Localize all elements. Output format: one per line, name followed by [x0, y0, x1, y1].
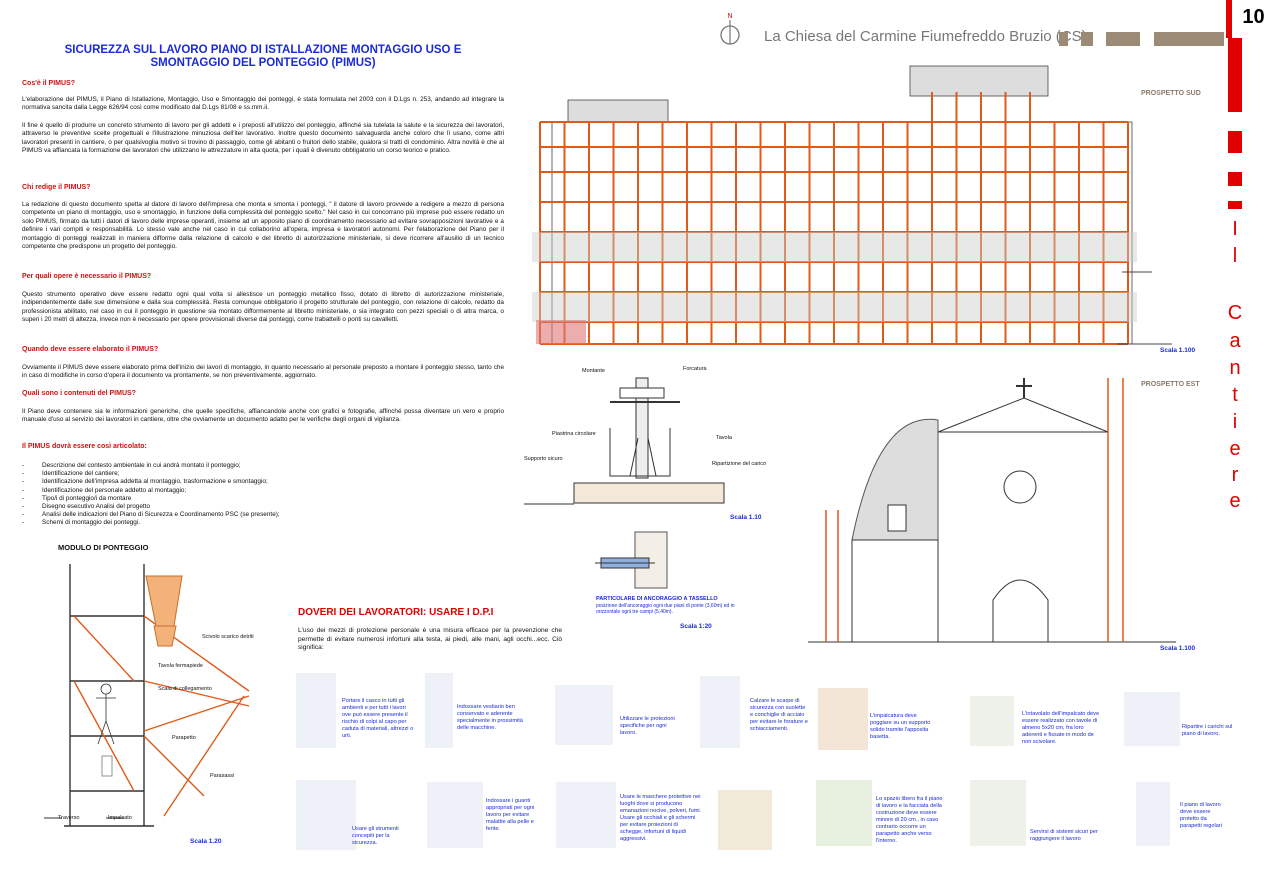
red-square [1228, 131, 1242, 153]
list-item: - Identificazione del cantiere; [22, 470, 120, 478]
anchor-note: posizione dell'ancoraggio ogni due piani… [596, 603, 735, 615]
dpi-title: DOVERI DEI LAVORATORI: USARE I D.P.I [298, 607, 494, 618]
dpi-item: Indossare vestiario ben conservato e ade… [457, 704, 523, 731]
list-item: - Disegno esecutivo Analisi del progetto [22, 503, 150, 511]
label-scala: Scala di collegamento [158, 686, 212, 692]
worker-clothing-image [425, 673, 453, 748]
label-parapetto: Parapetto [172, 735, 196, 741]
label-tavola: Tavola fermapiede [158, 663, 203, 669]
side-letter: C [1227, 302, 1243, 324]
dpi-item: Utilizzare le protezioni specifiche per … [620, 716, 675, 736]
safety-boot-image [718, 790, 772, 850]
dpi-item: Portare il casco in tutti gli ambienti e… [342, 698, 414, 739]
prospetto-sud-scale: Scala 1.100 [1160, 347, 1196, 354]
label-piastrina: Piastrina circolare [552, 431, 596, 437]
content-list: - Descrizione del contesto ambientale in … [22, 462, 504, 528]
label-scivolo: Scivolo scarico detriti [202, 634, 254, 640]
planking-image [970, 696, 1014, 746]
worker-mask-image [556, 782, 616, 848]
prospetto-est-drawing [808, 378, 1176, 643]
question-heading: Quando deve essere elaborato il PIMUS? [22, 346, 159, 353]
side-letter: n [1229, 357, 1241, 379]
question-heading: Cos'è il PIMUS? [22, 80, 76, 87]
side-letter: l [1232, 245, 1238, 267]
list-item: - Tipo/i di ponteggio/i da montare [22, 494, 132, 502]
side-letter: a [1229, 330, 1241, 352]
worker-protection-image [555, 685, 613, 745]
label-impalcato: Impalcato [108, 815, 132, 821]
worker-gloves-image [427, 782, 483, 848]
label-parasassi: Parasassi [210, 773, 235, 779]
dpi-item: Servirsi di sistemi sicuri per raggiunge… [1030, 829, 1098, 842]
header-title: La Chiesa del Carmine Fiumefreddo Bruzio… [764, 28, 1087, 45]
list-item: - Descrizione del contesto ambientale in … [22, 462, 241, 469]
load-distribution-image [1124, 692, 1180, 746]
paragraph: La redazione di questo documento spetta … [22, 201, 504, 251]
prospetto-sud-label: PROSPETTO SUD [1141, 90, 1201, 97]
prospetto-sud-drawing [532, 65, 1172, 345]
prospetto-est-scale: Scala 1.100 [1160, 645, 1196, 652]
paragraph: Ovviamente il PIMUS deve essere elaborat… [22, 364, 504, 380]
question-heading: Il PIMUS dovrà essere così articolato: [22, 443, 147, 450]
red-square [1228, 201, 1242, 209]
compass-icon: N [720, 13, 740, 45]
ladder-image [970, 780, 1026, 846]
label-forcatura: Forcatura [683, 366, 707, 372]
question-heading: Quali sono i contenuti del PIMUS? [22, 390, 136, 397]
label-traverso: Traverso [58, 815, 80, 821]
question-heading: Per quali opere è necessario il PIMUS? [22, 273, 152, 280]
side-letter: I [1232, 218, 1238, 240]
paragraph: Questo strumento operativo deve essere r… [22, 291, 504, 324]
detail-scale: Scala 1.10 [730, 514, 762, 521]
red-bar [1228, 38, 1242, 112]
dpi-item: L'intavolato dell'impalcato deve essere … [1022, 711, 1100, 745]
dpi-item: L'impalcatura deve poggiare su un suppor… [870, 713, 931, 740]
guardrail-image [1136, 782, 1170, 846]
paragraph: L'elaborazione del PIMUS, il Piano di Is… [22, 96, 504, 112]
dpi-item: Lo spazio libero fra il piano di lavoro … [876, 796, 943, 844]
work-platform-image [816, 780, 872, 846]
paragraph: Il Piano deve contenere sia le informazi… [22, 408, 504, 424]
worker-helmet-image [296, 673, 336, 748]
dpi-item: Usare le maschere protettive nei luoghi … [620, 794, 702, 842]
base-detail-drawing [524, 377, 725, 505]
paragraph: Il fine è quello di produrre un concreto… [22, 122, 504, 155]
compass-label: N [727, 13, 732, 20]
label-tavola-detail: Tavola [716, 435, 732, 441]
side-letter: i [1232, 411, 1238, 433]
dpi-item: Il piano di lavoro deve essere protetto … [1180, 802, 1222, 829]
list-item: - Analisi delle indicazioni del Piano di … [22, 511, 280, 519]
page-number: 10 [1226, 0, 1275, 38]
dpi-item: Calzare le scarpe di sicurezza con suole… [750, 698, 808, 732]
worker-shoes-image [700, 676, 740, 748]
question-heading: Chi redige il PIMUS? [22, 184, 91, 191]
anchor-drawing [595, 531, 668, 589]
scaffold-module-drawing [44, 564, 250, 827]
side-letter: e [1229, 438, 1241, 460]
prospetto-est-label: PROSPETTO EST [1141, 381, 1200, 388]
list-item: - Identificazione del personale addetto a… [22, 486, 187, 494]
label-ripartizione: Ripartizione del carico [712, 461, 767, 467]
module-title: MODULO DI PONTEGGIO [58, 543, 149, 552]
label-supporto: Supporto sicuro [524, 456, 563, 462]
anchor-scale: Scala 1:20 [680, 623, 712, 630]
list-item: - Identificazione dell'impresa addetta al… [22, 478, 268, 486]
label-montante: Montante [582, 368, 605, 374]
dpi-intro-text: L'uso dei mezzi di protezione personale … [298, 627, 562, 652]
side-letter: t [1232, 384, 1238, 406]
anchor-title: PARTICOLARE DI ANCORAGGIO A TASSELLO [596, 596, 718, 602]
side-letter: r [1231, 464, 1239, 486]
module-scale: Scala 1.20 [190, 838, 222, 845]
dpi-item: Indossare i guanti appropriati per ogni … [486, 798, 535, 832]
dpi-item: Usare gli strumenti concepiti per la sic… [352, 826, 399, 846]
dpi-item: Ripartire i carichi sul piano di lavoro. [1182, 724, 1233, 737]
main-title: SICUREZZA SUL LAVORO PIANO DI ISTALLAZIO… [64, 44, 462, 69]
scaffold-base-image [818, 688, 868, 750]
safety-tools-image [296, 780, 356, 850]
red-square [1228, 172, 1242, 186]
side-letter: e [1229, 490, 1241, 512]
list-item: - Schemi di montaggio dei ponteggi. [22, 519, 141, 527]
